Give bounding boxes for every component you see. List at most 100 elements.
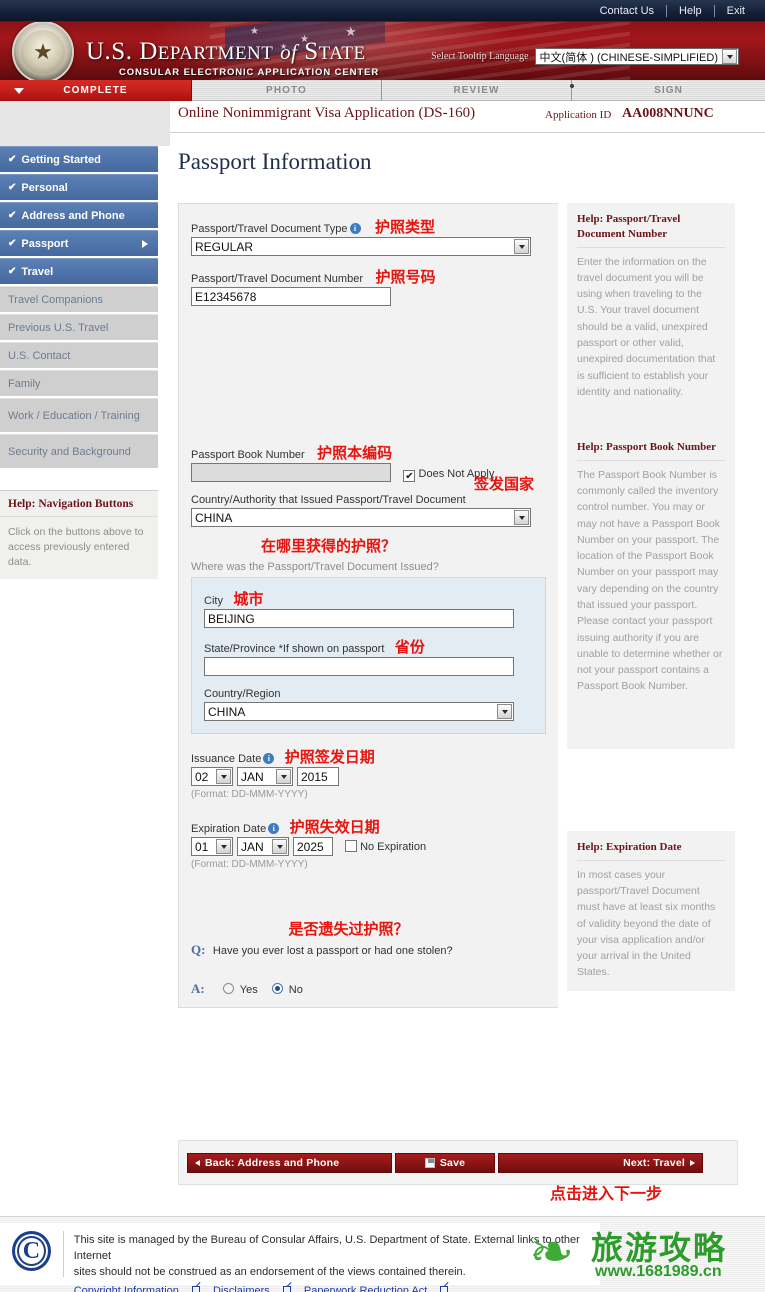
sidebar-item-passport[interactable]: ✔ Passport: [0, 230, 158, 256]
annotation-issued-where: 在哪里获得的护照？: [261, 537, 397, 555]
field-issuance-date: Issuance Datei 护照签发日期 02 JAN (Format: DD…: [191, 746, 546, 800]
sidebar-item-address-and-phone[interactable]: ✔ Address and Phone: [0, 202, 158, 228]
issuing-country-select[interactable]: CHINA: [191, 508, 531, 527]
tooltip-language-control[interactable]: Select Tooltip Language 中文(简体 ) (CHINESE…: [431, 48, 739, 65]
form-navigation-bar: Back: Address and Phone Save Next: Trave…: [178, 1140, 738, 1185]
help-title: Help: Expiration Date: [577, 840, 725, 861]
radio-yes[interactable]: [222, 982, 234, 994]
chevron-down-icon[interactable]: [272, 839, 287, 854]
annotation-issuing-country: 签发国家: [473, 475, 534, 493]
sidebar-item-label: Personal: [21, 181, 68, 194]
does-not-apply-checkbox[interactable]: ✔: [403, 469, 416, 482]
tab-review[interactable]: REVIEW: [382, 80, 574, 101]
chevron-down-icon[interactable]: [276, 769, 291, 784]
disclaimers-link[interactable]: Disclaimers: [213, 1285, 270, 1292]
expiration-day-select[interactable]: 01: [191, 837, 233, 856]
info-icon[interactable]: i: [263, 753, 275, 764]
footer-line-1: This site is managed by the Bureau of Co…: [73, 1234, 580, 1262]
sidebar-item-personal[interactable]: ✔ Personal: [0, 174, 158, 200]
issuance-day-select[interactable]: 02: [191, 767, 233, 786]
chevron-left-icon: [195, 1159, 200, 1166]
field-issue-country: Country/Region CHINA: [204, 684, 533, 721]
info-icon[interactable]: i: [349, 223, 361, 234]
chevron-down-icon[interactable]: [497, 704, 512, 719]
sidebar-item-travel[interactable]: ✔ Travel: [0, 258, 158, 284]
leaf-icon: ❧: [529, 1220, 575, 1283]
book-number-input[interactable]: [191, 463, 391, 482]
document-number-input[interactable]: [191, 287, 391, 306]
no-expiration-checkbox[interactable]: [345, 840, 357, 852]
back-button-label: Back: Address and Phone: [205, 1156, 340, 1169]
main-content: Online Nonimmigrant Visa Application (DS…: [170, 101, 765, 1008]
chevron-down-icon[interactable]: [216, 839, 231, 854]
sidebar-subitem-label: Travel Companions: [8, 293, 103, 306]
tab-sign[interactable]: SIGN: [572, 80, 765, 101]
help-body: The Passport Book Number is commonly cal…: [577, 468, 723, 693]
help-title: Help: Passport/Travel Document Number: [577, 212, 725, 248]
document-type-select[interactable]: REGULAR: [191, 237, 531, 256]
sidebar-subitem-us-contact[interactable]: U.S. Contact: [0, 342, 158, 368]
copyright-information-link[interactable]: Copyright Information: [74, 1285, 179, 1292]
sidebar-subitem-family[interactable]: Family: [0, 370, 158, 396]
question-marker: Q:: [191, 942, 206, 957]
annotation-document-type: 护照类型: [374, 218, 435, 236]
annotation-expiration-date: 护照失效日期: [289, 818, 380, 836]
chevron-down-icon[interactable]: [216, 769, 231, 784]
seal-eagle-glyph: ★: [21, 30, 65, 74]
document-type-label: Passport/Travel Document Type: [191, 223, 348, 235]
sidebar-item-label: Address and Phone: [21, 209, 125, 222]
save-button[interactable]: Save: [395, 1152, 495, 1173]
chevron-right-icon: [142, 239, 148, 248]
tooltip-language-select[interactable]: 中文(简体 ) (CHINESE-SIMPLIFIED): [534, 48, 739, 65]
expiration-date-format-hint: (Format: DD-MMM-YYYY): [191, 859, 308, 870]
tab-complete[interactable]: COMPLETE: [0, 80, 192, 101]
expiration-month-select[interactable]: JAN: [237, 837, 289, 856]
application-bar: Online Nonimmigrant Visa Application (DS…: [170, 101, 765, 133]
radio-no-label: No: [288, 983, 303, 996]
sidebar-subitem-security-and-background[interactable]: Security and Background: [0, 434, 158, 468]
no-expiration-checkbox-wrap[interactable]: No Expiration: [345, 840, 426, 853]
issuance-month-select[interactable]: JAN: [237, 767, 293, 786]
radio-yes-wrap[interactable]: Yes: [222, 982, 258, 996]
question-text: Have you ever lost a passport or had one…: [212, 945, 453, 957]
back-button[interactable]: Back: Address and Phone: [187, 1152, 392, 1173]
annotation-city: 城市: [233, 590, 264, 608]
field-issued-location: 在哪里获得的护照？ Where was the Passport/Travel …: [191, 535, 546, 734]
department-subtitle: CONSULAR ELECTRONIC APPLICATION CENTER: [119, 67, 380, 78]
chevron-down-icon[interactable]: [514, 510, 529, 525]
sidebar-subitem-work-education-training[interactable]: Work / Education / Training: [0, 398, 158, 432]
issuing-country-label: Country/Authority that Issued Passport/T…: [191, 494, 466, 506]
radio-yes-label: Yes: [239, 983, 258, 996]
check-icon: ✔: [8, 182, 17, 193]
chevron-down-icon[interactable]: [514, 239, 529, 254]
info-icon[interactable]: i: [268, 823, 280, 834]
utility-links: Contact Us Help Exit: [588, 0, 757, 22]
paperwork-reduction-act-link[interactable]: Paperwork Reduction Act: [304, 1285, 428, 1292]
expiration-year-input[interactable]: [293, 837, 333, 856]
contact-us-link[interactable]: Contact Us: [588, 0, 666, 22]
application-id-label: Application ID: [545, 109, 612, 121]
sidebar-subitem-label: Family: [8, 377, 41, 390]
issue-city-input[interactable]: [204, 609, 514, 628]
next-button[interactable]: Next: Travel: [498, 1152, 703, 1173]
tab-complete-label: COMPLETE: [63, 85, 128, 96]
radio-no-wrap[interactable]: No: [271, 982, 303, 996]
sidebar-help-title: Help: Navigation Buttons: [0, 491, 158, 517]
exit-link[interactable]: Exit: [715, 0, 757, 22]
issuance-year-input[interactable]: [297, 767, 339, 786]
chevron-down-icon[interactable]: [722, 49, 737, 64]
sidebar-subitem-travel-companions[interactable]: Travel Companions: [0, 286, 158, 312]
sidebar-subitem-label: Security and Background: [8, 445, 131, 458]
issue-country-select[interactable]: CHINA: [204, 702, 514, 721]
help-link[interactable]: Help: [667, 0, 714, 22]
help-title: Help: Passport Book Number: [577, 440, 725, 461]
tab-photo-label: PHOTO: [266, 85, 307, 96]
sidebar-item-getting-started[interactable]: ✔ Getting Started: [0, 146, 158, 172]
annotation-document-number: 护照号码: [375, 268, 436, 286]
sidebar-subitem-previous-us-travel[interactable]: Previous U.S. Travel: [0, 314, 158, 340]
issue-state-input[interactable]: [204, 657, 514, 676]
expiration-month-value: JAN: [241, 839, 264, 854]
form-title: Online Nonimmigrant Visa Application (DS…: [178, 105, 476, 121]
tab-photo[interactable]: PHOTO: [192, 80, 382, 101]
radio-no[interactable]: [271, 982, 283, 994]
